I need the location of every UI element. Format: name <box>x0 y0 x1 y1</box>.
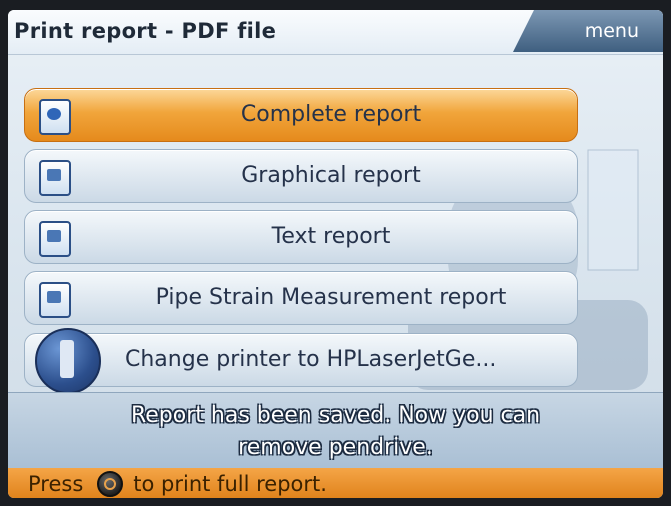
page-title: Print report - PDF file <box>14 19 277 43</box>
notice-line-1: Report has been saved. Now you can <box>130 403 541 428</box>
change-printer-label: Change printer to HPLaserJetGe... <box>125 347 497 372</box>
document-chart-icon <box>39 160 71 196</box>
text-report-button[interactable]: Text report <box>24 210 578 264</box>
document-list-icon <box>39 282 71 318</box>
save-notice: Report has been saved. Now you can remov… <box>8 392 663 469</box>
change-printer-button[interactable]: Change printer to HPLaserJetGe... <box>24 328 578 394</box>
text-report-label: Text report <box>271 224 391 249</box>
graphical-report-label: Graphical report <box>241 163 421 188</box>
print-key-icon <box>97 471 124 497</box>
status-prefix: Press <box>28 472 84 496</box>
document-text-icon <box>39 221 71 257</box>
device-screen: Print report - PDF file menu Complete re… <box>8 10 663 498</box>
printer-icon <box>35 328 101 394</box>
status-bar: Press to print full report. <box>8 468 663 498</box>
menu-button-label[interactable]: menu <box>585 20 639 42</box>
status-hint: Press to print full report. <box>28 471 327 497</box>
title-bar: Print report - PDF file menu <box>8 10 663 55</box>
status-suffix: to print full report. <box>133 472 327 496</box>
pipe-strain-report-button[interactable]: Pipe Strain Measurement report <box>24 271 578 325</box>
pipe-strain-report-label: Pipe Strain Measurement report <box>155 285 507 310</box>
document-globe-icon <box>39 99 71 135</box>
notice-line-2: remove pendrive. <box>238 435 433 460</box>
complete-report-button[interactable]: Complete report <box>24 88 578 142</box>
graphical-report-button[interactable]: Graphical report <box>24 149 578 203</box>
complete-report-label: Complete report <box>240 102 422 127</box>
